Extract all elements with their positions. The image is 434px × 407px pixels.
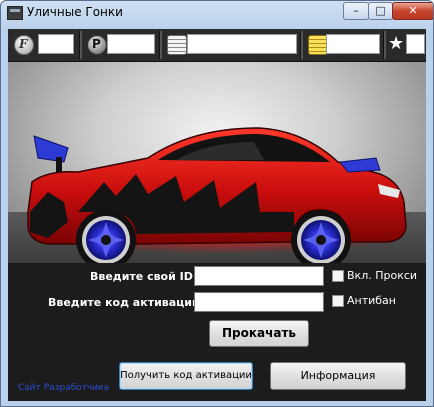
stat-gold-field xyxy=(326,34,380,54)
id-input[interactable] xyxy=(194,266,324,286)
gold-coins-icon xyxy=(308,35,328,55)
maximize-button[interactable]: □ xyxy=(368,2,393,20)
antiban-label: Антибан xyxy=(347,294,396,307)
minimize-button[interactable]: – xyxy=(343,2,369,20)
close-icon: ✕ xyxy=(408,4,418,17)
window-title: Уличные Гонки xyxy=(27,5,123,19)
silver-coins-icon xyxy=(167,35,187,55)
separator xyxy=(159,31,162,59)
stat-silver-field xyxy=(187,34,297,54)
separator xyxy=(383,31,386,59)
code-label: Введите код активации: xyxy=(48,296,205,309)
id-label: Введите свой ID: xyxy=(90,270,198,283)
activation-code-input[interactable] xyxy=(194,292,324,312)
maximize-icon: □ xyxy=(375,4,386,17)
star-glyph: ★ xyxy=(388,33,405,54)
app-window: Уличные Гонки – □ ✕ F P ★ Введите свой I… xyxy=(0,0,434,407)
developer-site-link[interactable]: Сайт Разработчика xyxy=(18,383,109,393)
stat-f-field xyxy=(38,34,74,54)
minimize-icon: – xyxy=(353,4,359,17)
front-accent xyxy=(339,157,381,173)
stat-f: F xyxy=(12,32,76,58)
car-image xyxy=(27,127,408,263)
car-showcase xyxy=(8,62,426,263)
stat-gold xyxy=(306,32,380,58)
upgrade-button[interactable]: Прокачать xyxy=(209,320,309,347)
p-glyph: P xyxy=(92,37,101,51)
stat-star: ★ xyxy=(387,32,425,58)
antiban-checkbox[interactable] xyxy=(332,295,344,307)
stat-p: P xyxy=(85,32,155,58)
get-activation-code-button[interactable]: Получить код активации xyxy=(119,362,253,390)
title-bar[interactable]: Уличные Гонки – □ ✕ xyxy=(1,1,433,23)
spoiler-wing xyxy=(33,135,69,163)
activation-form: Введите свой ID: Вкл. Прокси Введите код… xyxy=(8,263,426,401)
stat-silver xyxy=(165,32,297,58)
stat-p-field xyxy=(107,34,155,54)
info-button[interactable]: Информация xyxy=(270,362,406,390)
f-glyph: F xyxy=(19,37,28,51)
separator xyxy=(79,31,82,59)
f-coin-icon: F xyxy=(14,35,34,55)
app-icon xyxy=(7,6,23,20)
client-area: F P ★ Введите свой ID: Вкл. Прокси Введи… xyxy=(8,29,426,401)
separator xyxy=(300,31,303,59)
star-icon: ★ xyxy=(388,33,406,54)
stats-bar: F P ★ xyxy=(8,29,426,62)
stat-star-field xyxy=(406,34,425,54)
close-button[interactable]: ✕ xyxy=(392,2,433,20)
proxy-checkbox[interactable] xyxy=(332,270,344,282)
proxy-label: Вкл. Прокси xyxy=(347,269,418,282)
p-coin-icon: P xyxy=(87,35,107,55)
